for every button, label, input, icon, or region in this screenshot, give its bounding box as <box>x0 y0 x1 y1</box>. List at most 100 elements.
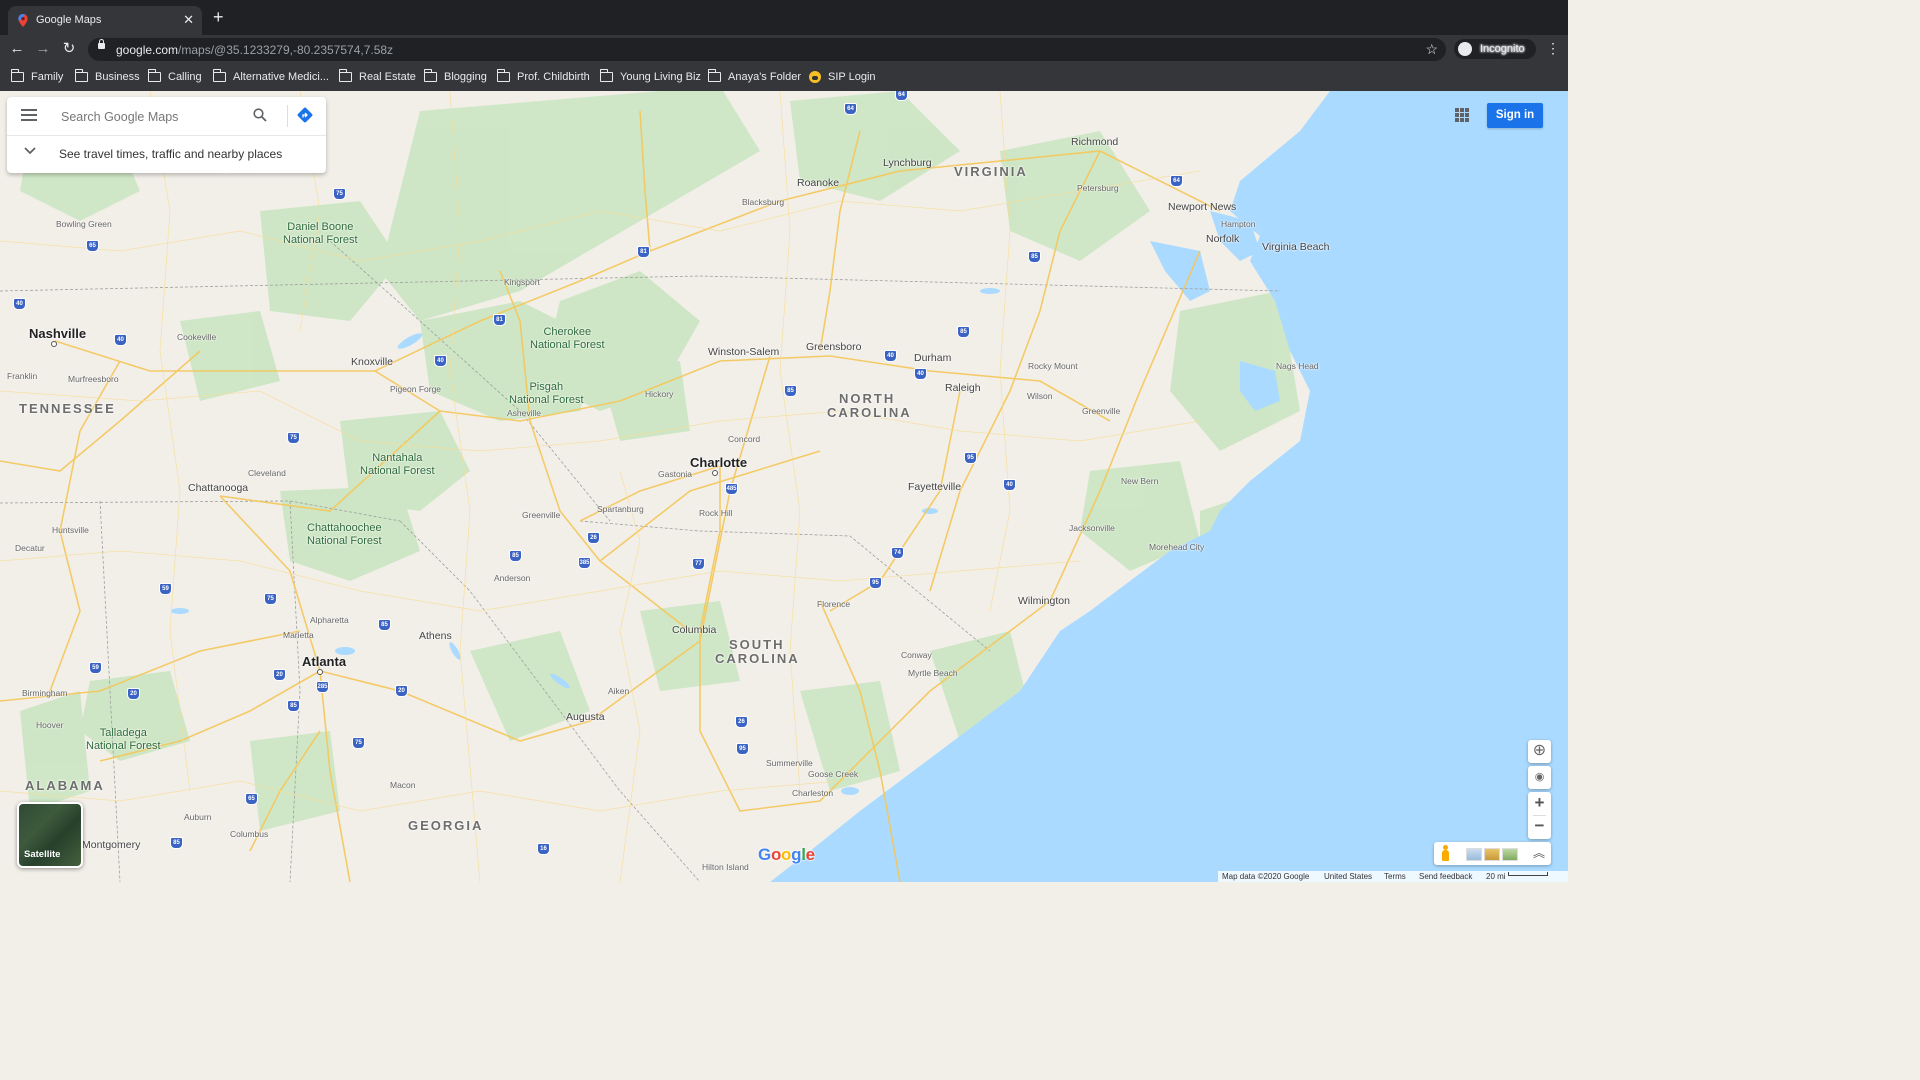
city-label[interactable]: Montgomery <box>82 839 140 851</box>
city-label[interactable]: Chattanooga <box>188 482 248 494</box>
city-label[interactable]: Hampton <box>1221 219 1256 229</box>
city-label[interactable]: Athens <box>419 630 452 642</box>
city-label[interactable]: Huntsville <box>52 525 89 535</box>
city-label[interactable]: Cleveland <box>248 468 286 478</box>
tab-google-maps[interactable]: Google Maps ✕ <box>8 6 202 35</box>
search-input[interactable] <box>59 105 251 129</box>
city-label[interactable]: Wilmington <box>1018 595 1070 607</box>
search-icon[interactable] <box>253 108 267 122</box>
globe-view-icon[interactable]: ⊕ <box>1528 740 1551 763</box>
city-label-nashville[interactable]: Nashville <box>29 326 86 341</box>
city-label[interactable]: Macon <box>390 780 416 790</box>
new-tab-icon[interactable]: + <box>213 8 224 26</box>
town-label[interactable]: Cookeville <box>177 332 216 342</box>
menu-icon[interactable] <box>21 109 37 122</box>
map-canvas[interactable]: KENTUCKY VIRGINIA NORTH CAROLINA SOUTH C… <box>0 91 1568 882</box>
sign-in-button[interactable]: Sign in <box>1487 103 1543 128</box>
city-label[interactable]: Franklin <box>7 371 37 381</box>
city-label-charlotte[interactable]: Charlotte <box>690 455 747 470</box>
town-label[interactable]: Auburn <box>184 812 211 822</box>
town-label[interactable]: New Bern <box>1121 476 1158 486</box>
terms-link[interactable]: Terms <box>1384 872 1406 881</box>
city-label[interactable]: Concord <box>728 434 760 444</box>
send-feedback-link[interactable]: Send feedback <box>1419 872 1472 881</box>
google-apps-icon[interactable] <box>1455 108 1469 122</box>
bookmark-young-living-biz[interactable]: Young Living Biz <box>600 69 701 85</box>
bookmark-prof-childbirth[interactable]: Prof. Childbirth <box>497 69 590 85</box>
city-label[interactable]: Marietta <box>283 630 314 640</box>
city-label[interactable]: Virginia Beach <box>1262 241 1330 253</box>
city-label[interactable]: Jacksonville <box>1069 523 1115 533</box>
town-label[interactable]: Pigeon Forge <box>390 384 441 394</box>
city-label[interactable]: Petersburg <box>1077 183 1119 193</box>
scale-label[interactable]: 20 mi <box>1486 872 1506 881</box>
city-label[interactable]: Newport News <box>1168 201 1236 213</box>
city-label[interactable]: Murfreesboro <box>68 374 119 384</box>
expand-up-icon[interactable]: ︽ <box>1533 844 1545 861</box>
town-label[interactable]: Goose Creek <box>808 769 858 779</box>
url-text[interactable]: google.com/maps/@35.1233279,-80.2357574,… <box>116 43 393 57</box>
city-label[interactable]: Charleston <box>792 788 833 798</box>
my-location-icon[interactable]: ◉ <box>1528 766 1551 789</box>
city-label[interactable]: Columbia <box>672 624 716 636</box>
imagery-thumb[interactable] <box>1466 848 1482 861</box>
city-label[interactable]: Roanoke <box>797 177 839 189</box>
city-label[interactable]: Knoxville <box>351 356 393 368</box>
city-label[interactable]: Rocky Mount <box>1028 361 1078 371</box>
bookmark-sip-login[interactable]: SIP Login <box>809 69 876 85</box>
tab-close-icon[interactable]: ✕ <box>183 12 194 28</box>
chevron-down-icon[interactable] <box>24 146 36 156</box>
city-label[interactable]: Bowling Green <box>56 219 112 229</box>
city-label[interactable]: Richmond <box>1071 136 1118 148</box>
town-label[interactable]: Aiken <box>608 686 629 696</box>
satellite-layer-toggle[interactable]: Satellite <box>17 802 83 868</box>
city-label[interactable]: Kingsport <box>504 277 540 287</box>
city-label[interactable]: Asheville <box>507 408 541 418</box>
city-label[interactable]: Lynchburg <box>883 157 932 169</box>
city-label[interactable]: Hickory <box>645 389 673 399</box>
city-label[interactable]: Durham <box>914 352 951 364</box>
city-label[interactable]: Fayetteville <box>908 481 961 493</box>
directions-icon[interactable] <box>297 107 313 123</box>
bookmark-business[interactable]: Business <box>75 69 140 85</box>
incognito-badge[interactable]: Incognito <box>1454 39 1536 59</box>
bookmark-alternative-medicine[interactable]: Alternative Medici... <box>213 69 329 85</box>
zoom-out-icon[interactable]: − <box>1528 815 1551 838</box>
city-label-atlanta[interactable]: Atlanta <box>302 654 346 669</box>
imagery-thumb[interactable] <box>1484 848 1500 861</box>
forward-icon[interactable]: → <box>34 40 52 58</box>
town-label[interactable]: Myrtle Beach <box>908 668 958 678</box>
city-label[interactable]: Anderson <box>494 573 530 583</box>
city-label[interactable]: Gastonia <box>658 469 692 479</box>
city-label[interactable]: Rock Hill <box>699 508 733 518</box>
imagery-thumbnails[interactable] <box>1466 848 1518 861</box>
town-label[interactable]: Hilton Island <box>702 862 749 872</box>
city-label[interactable]: Decatur <box>15 543 45 553</box>
bookmark-blogging[interactable]: Blogging <box>424 69 487 85</box>
browser-menu-icon[interactable]: ⋮ <box>1546 40 1560 57</box>
pegman-icon[interactable] <box>1441 845 1450 862</box>
country-link[interactable]: United States <box>1324 872 1372 881</box>
city-label[interactable]: Norfolk <box>1206 233 1239 245</box>
back-icon[interactable]: ← <box>8 40 26 58</box>
city-label[interactable]: Raleigh <box>945 382 981 394</box>
city-label[interactable]: Winston-Salem <box>708 346 779 358</box>
city-label[interactable]: Columbus <box>230 829 268 839</box>
city-label[interactable]: Hoover <box>36 720 63 730</box>
city-label[interactable]: Augusta <box>566 711 605 723</box>
reload-icon[interactable]: ↻ <box>60 40 78 58</box>
city-label[interactable]: Blacksburg <box>742 197 784 207</box>
city-label[interactable]: Alpharetta <box>310 615 349 625</box>
bookmark-star-icon[interactable]: ☆ <box>1425 41 1438 58</box>
travel-times-link[interactable]: See travel times, traffic and nearby pla… <box>59 147 282 161</box>
town-label[interactable]: Summerville <box>766 758 813 768</box>
city-label[interactable]: Spartanburg <box>597 504 644 514</box>
town-label[interactable]: Conway <box>901 650 932 660</box>
bookmark-family[interactable]: Family <box>11 69 63 85</box>
bookmark-real-estate[interactable]: Real Estate <box>339 69 416 85</box>
city-label[interactable]: Greensboro <box>806 341 861 353</box>
city-label[interactable]: Birmingham <box>22 688 67 698</box>
city-label[interactable]: Florence <box>817 599 850 609</box>
bookmark-anayas-folder[interactable]: Anaya's Folder <box>708 69 801 85</box>
city-label[interactable]: Greenville <box>522 510 560 520</box>
